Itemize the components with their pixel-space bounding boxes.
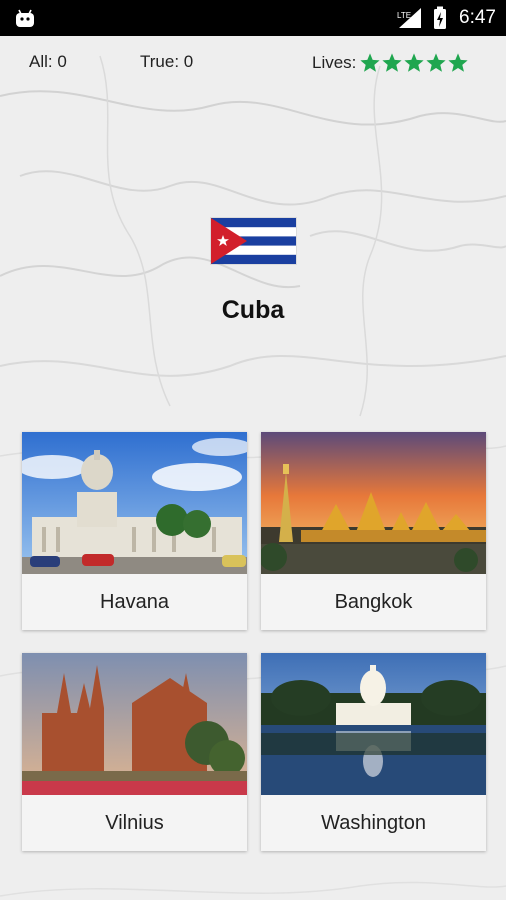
true-count: True: 0 bbox=[140, 52, 194, 71]
vilnius-photo bbox=[22, 653, 247, 795]
havana-photo bbox=[22, 432, 247, 574]
washington-photo bbox=[261, 653, 486, 795]
star-icon bbox=[426, 53, 447, 72]
svg-text:LTE: LTE bbox=[397, 11, 411, 20]
option-card-vilnius[interactable]: Vilnius bbox=[22, 653, 247, 851]
option-card-bangkok[interactable]: Bangkok bbox=[261, 432, 486, 630]
option-label: Washington bbox=[261, 795, 486, 851]
status-bar: LTE 6:47 bbox=[0, 0, 506, 36]
option-label: Havana bbox=[22, 574, 247, 630]
star-icon bbox=[360, 53, 381, 72]
star-icon bbox=[448, 53, 469, 72]
battery-charging-icon bbox=[434, 6, 447, 29]
cuba-flag-icon bbox=[211, 218, 296, 264]
all-count: All: 0 bbox=[29, 52, 67, 71]
bangkok-photo bbox=[261, 432, 486, 574]
status-time: 6:47 bbox=[459, 7, 496, 28]
country-name: Cuba bbox=[221, 296, 285, 324]
option-label: Vilnius bbox=[22, 795, 247, 851]
star-icon bbox=[404, 53, 425, 72]
option-card-havana[interactable]: Havana bbox=[22, 432, 247, 630]
android-icon bbox=[16, 9, 34, 27]
signal-icon: LTE bbox=[397, 8, 422, 28]
lives-label: Lives: bbox=[312, 53, 357, 72]
star-icon bbox=[382, 53, 403, 72]
lives-indicator: Lives: bbox=[312, 52, 469, 74]
option-label: Bangkok bbox=[261, 574, 486, 630]
lives-stars bbox=[359, 52, 469, 74]
option-card-washington[interactable]: Washington bbox=[261, 653, 486, 851]
stats-bar: All: 0 True: 0 Lives: bbox=[0, 36, 506, 88]
